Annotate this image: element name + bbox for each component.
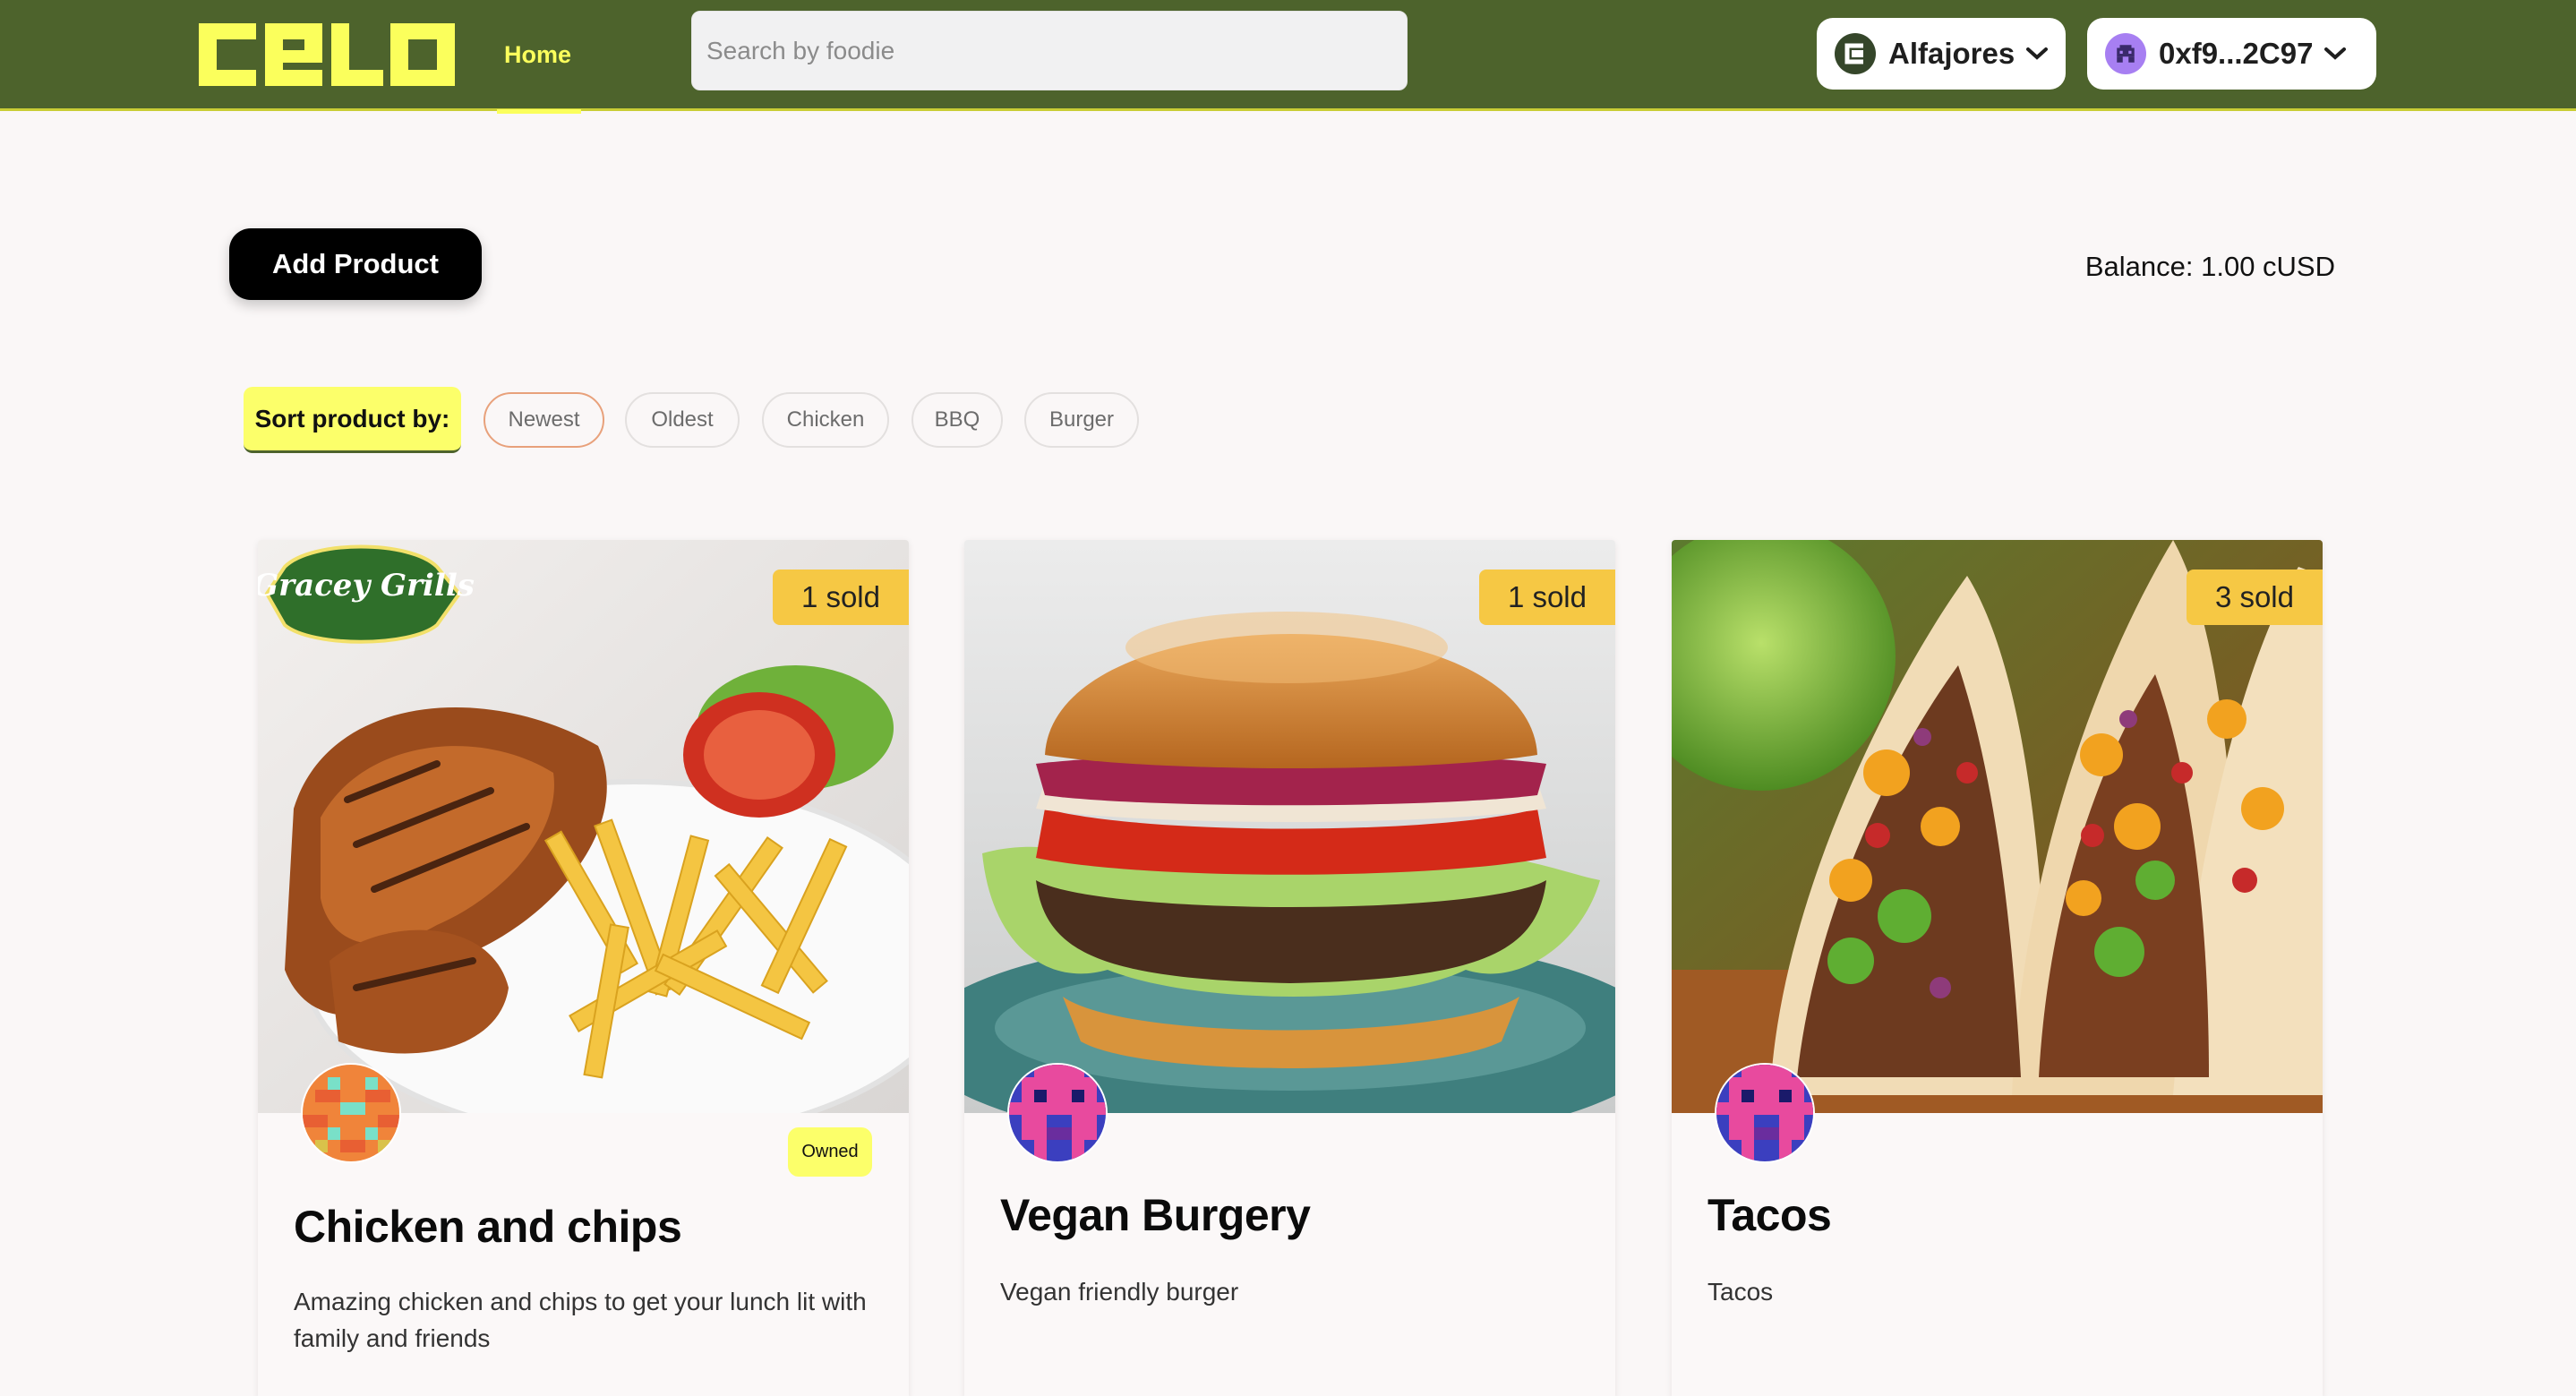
nav-active-indicator [497,109,581,114]
product-image: Gracey Grills [258,540,909,1113]
owner-avatar[interactable] [1007,1063,1108,1163]
celo-network-icon [1835,33,1876,74]
celo-logo[interactable] [199,23,455,86]
product-description: Vegan friendly burger [1000,1278,1239,1306]
product-card[interactable]: 1 sold Vegan Burgery Vegan friendly burg… [964,540,1615,1396]
sort-chip-oldest[interactable]: Oldest [625,392,740,448]
owned-badge: Owned [788,1127,872,1177]
product-card[interactable]: 3 sold Tacos Tacos [1672,540,2323,1396]
search-input[interactable] [691,11,1408,90]
product-description: Tacos [1707,1278,1774,1306]
product-image [1672,540,2323,1113]
account-selector-button[interactable]: 0xf9...2C97 [2087,18,2376,90]
sort-chip-burger[interactable]: Burger [1024,392,1139,448]
chevron-down-icon [2026,47,2049,60]
add-product-button[interactable]: Add Product [229,228,482,300]
product-title: Tacos [1707,1190,1832,1240]
product-image [964,540,1615,1113]
sold-count-badge: 3 sold [2186,570,2323,625]
network-selector-button[interactable]: Alfajores [1817,18,2066,90]
product-card[interactable]: Gracey Grills 1 sold Owned Chicken and c… [258,540,909,1396]
account-address-label: 0xf9...2C97 [2159,37,2314,70]
chevron-down-icon [2324,47,2347,60]
product-description: Amazing chicken and chips to get your lu… [294,1288,867,1352]
nav-home-link[interactable]: Home [497,0,581,114]
top-nav-bar: Home Alfajores 0xf9...2C97 [0,0,2576,114]
nav-home-label: Home [504,41,572,68]
owner-avatar[interactable] [1715,1063,1815,1163]
product-title: Vegan Burgery [1000,1190,1311,1240]
product-title: Chicken and chips [294,1202,682,1252]
sort-chip-newest[interactable]: Newest [484,392,604,448]
sort-label: Sort product by: [244,387,461,453]
owner-avatar[interactable] [301,1063,401,1163]
svg-text:Gracey Grills: Gracey Grills [258,568,475,604]
sort-chip-bbq[interactable]: BBQ [911,392,1003,448]
account-avatar-icon [2105,33,2146,74]
sold-count-badge: 1 sold [1478,570,1615,625]
network-label: Alfajores [1888,37,2015,70]
balance-text: Balance: 1.00 cUSD [2084,251,2335,282]
sort-chip-chicken[interactable]: Chicken [762,392,889,448]
sold-count-badge: 1 sold [772,570,909,625]
